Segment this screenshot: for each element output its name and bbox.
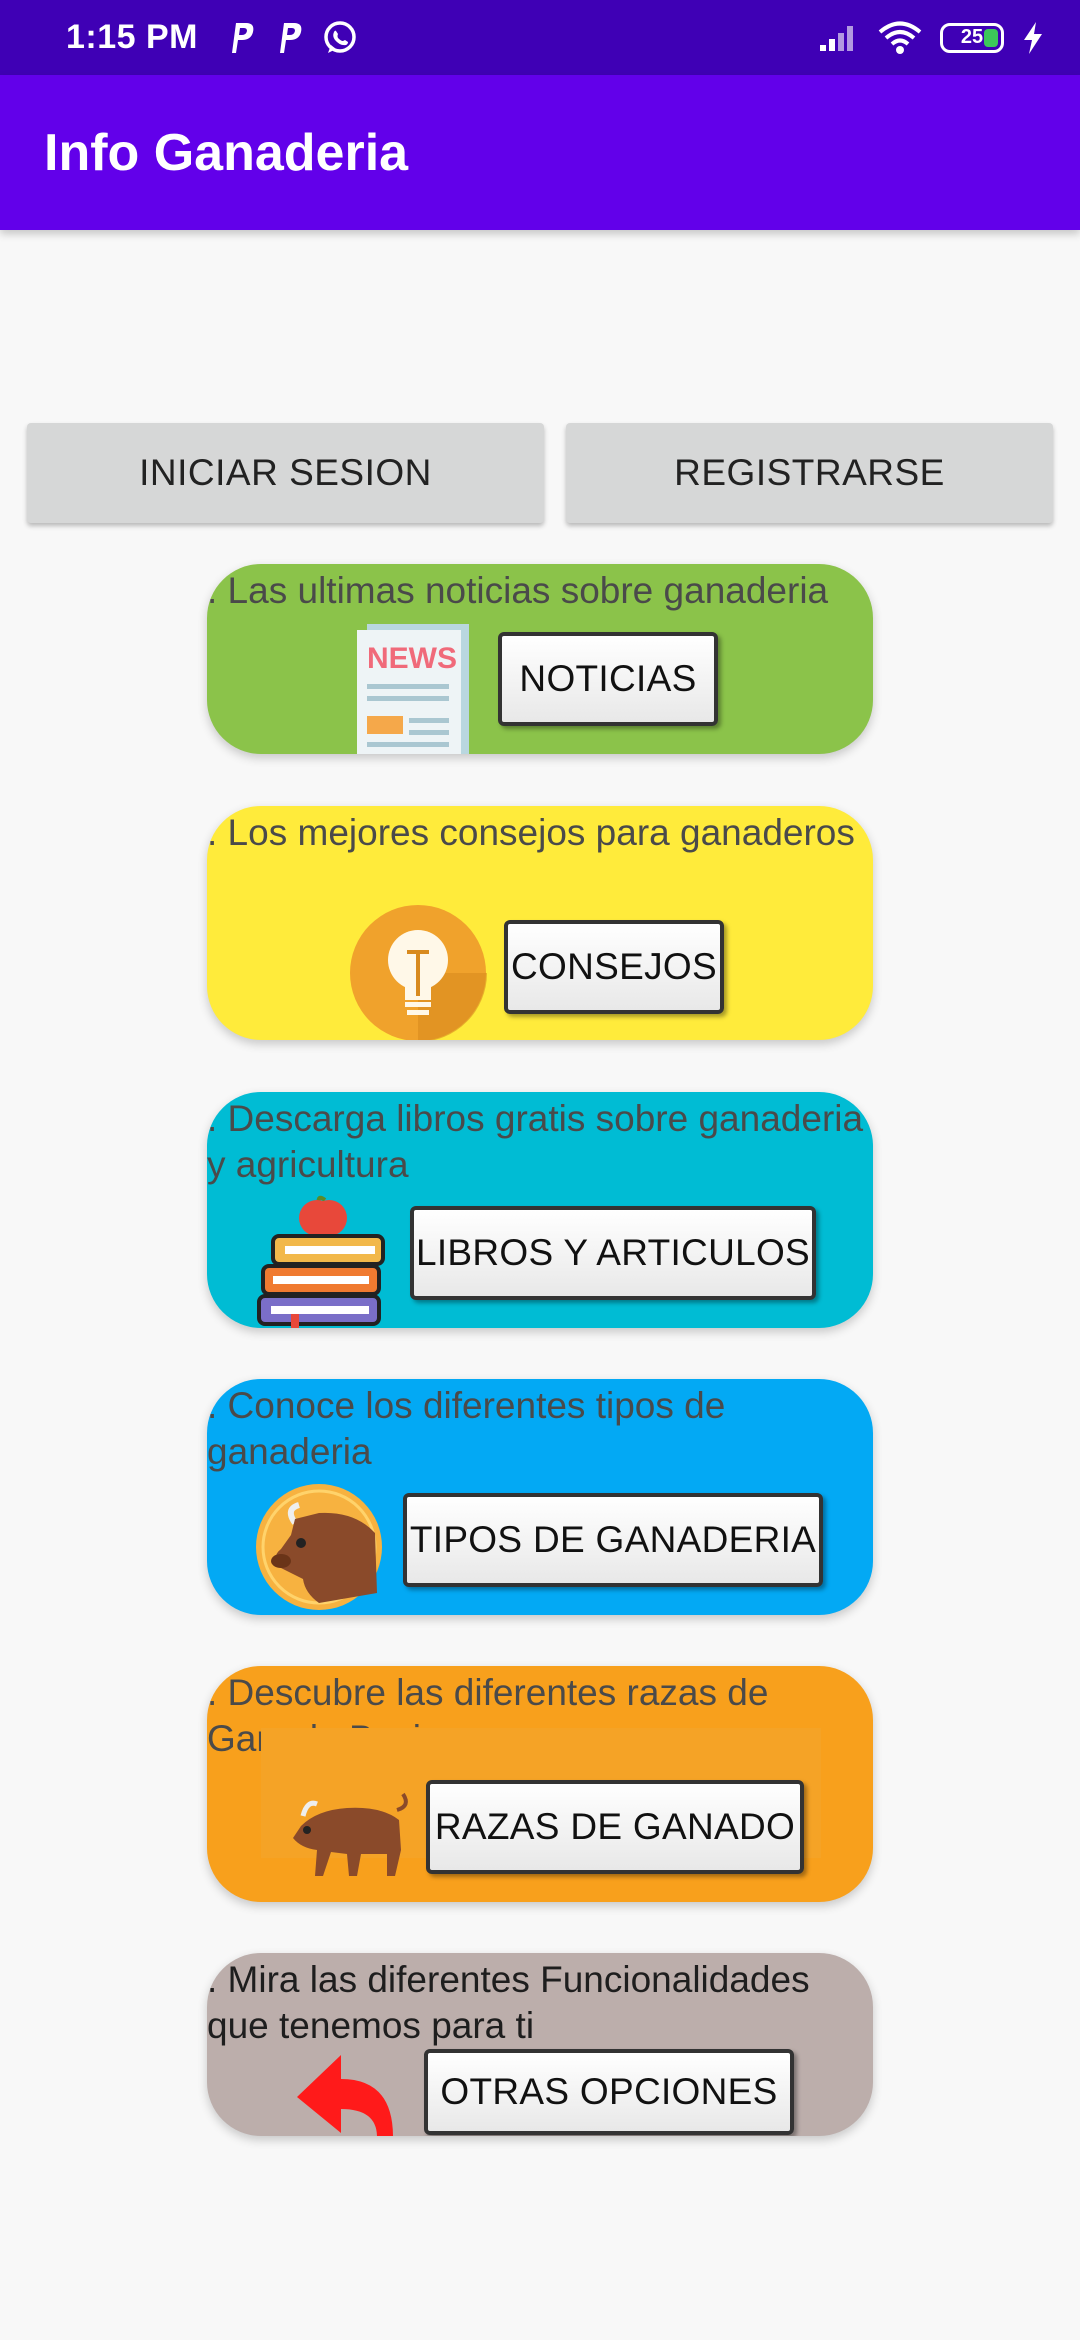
svg-text:NEWS: NEWS	[367, 642, 457, 675]
cow-icon	[256, 1484, 382, 1610]
livestock-types-card: . Conoce los diferentes tipos de ganader…	[207, 1379, 873, 1615]
app-title: Info Ganaderia	[44, 123, 409, 182]
tips-description: . Los mejores consejos para ganaderos	[207, 812, 855, 853]
cattle-breeds-button[interactable]: RAZAS DE GANADO	[426, 1780, 804, 1874]
p-icon	[232, 22, 254, 53]
books-card: . Descarga libros gratis sobre ganaderia…	[207, 1092, 873, 1328]
livestock-types-description: . Conoce los diferentes tipos de ganader…	[207, 1385, 726, 1472]
cattle-breeds-card: . Descubre las diferentes razas de Ganad…	[207, 1666, 873, 1902]
lightbulb-icon	[350, 905, 487, 1040]
books-icon	[257, 1195, 385, 1328]
livestock-types-button[interactable]: TIPOS DE GANADERIA	[403, 1493, 823, 1587]
battery-icon: 25	[940, 22, 1004, 53]
tips-card: . Los mejores consejos para ganaderos CO…	[207, 806, 873, 1040]
bull-icon	[293, 1792, 408, 1876]
books-button[interactable]: LIBROS Y ARTICULOS	[410, 1206, 816, 1300]
battery-level: 25	[960, 26, 984, 48]
p-icon	[280, 22, 302, 53]
news-button[interactable]: NOTICIAS	[498, 632, 718, 726]
register-button[interactable]: REGISTRARSE	[566, 423, 1053, 523]
other-options-button[interactable]: OTRAS OPCIONES	[424, 2049, 794, 2135]
other-options-card: . Mira las diferentes Funcionalidades qu…	[207, 1953, 873, 2136]
login-button[interactable]: INICIAR SESION	[27, 423, 544, 523]
status-bar: 1:15 PM 25	[0, 0, 1080, 75]
other-options-description: . Mira las diferentes Funcionalidades qu…	[207, 1959, 810, 2046]
tips-button[interactable]: CONSEJOS	[504, 920, 724, 1014]
wifi-icon	[878, 21, 922, 54]
status-time: 1:15 PM	[66, 18, 198, 56]
news-description: . Las ultimas noticias sobre ganaderia	[207, 570, 829, 611]
signal-icon	[820, 25, 853, 51]
app-bar: Info Ganaderia	[0, 75, 1080, 230]
charging-icon	[1024, 21, 1042, 54]
back-arrow-icon	[297, 2055, 393, 2136]
newspaper-icon: NEWS	[357, 624, 469, 754]
whatsapp-icon	[324, 20, 356, 53]
books-description: . Descarga libros gratis sobre ganaderia…	[207, 1098, 864, 1185]
news-card: . Las ultimas noticias sobre ganaderia N…	[207, 564, 873, 754]
